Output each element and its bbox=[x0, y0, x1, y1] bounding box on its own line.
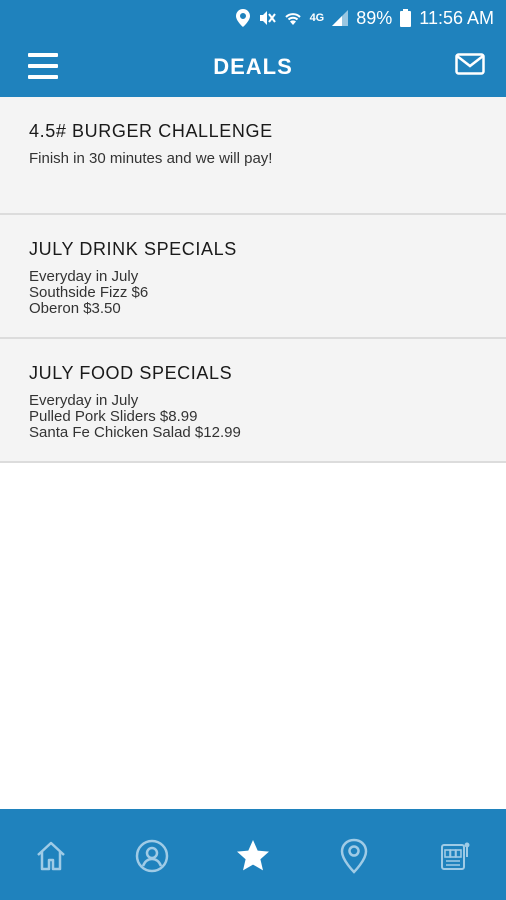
hamburger-menu-icon[interactable] bbox=[28, 46, 58, 86]
deal-title: 4.5# BURGER CHALLENGE bbox=[29, 121, 273, 141]
mail-icon[interactable] bbox=[454, 48, 486, 80]
wifi-icon bbox=[284, 10, 302, 26]
deal-description: Finish in 30 minutes and we will pay! bbox=[29, 150, 273, 167]
deals-list: 4.5# BURGER CHALLENGE Finish in 30 minut… bbox=[0, 97, 506, 463]
deal-title: JULY FOOD SPECIALS bbox=[29, 363, 233, 383]
bottom-tab-bar bbox=[0, 809, 506, 900]
page-title: DEALS bbox=[213, 53, 293, 79]
app-header: DEALS bbox=[0, 36, 506, 97]
clock: 11:56 AM bbox=[419, 7, 494, 28]
battery-icon bbox=[400, 9, 412, 27]
profile-icon[interactable] bbox=[127, 831, 177, 881]
deal-card[interactable]: 4.5# BURGER CHALLENGE Finish in 30 minut… bbox=[0, 97, 506, 215]
status-bar: 4G 89% 11:56 AM bbox=[0, 0, 506, 36]
network-type: 4G bbox=[309, 12, 325, 24]
deal-description: Everyday in July Pulled Pork Sliders $8.… bbox=[29, 392, 241, 441]
location-icon bbox=[235, 9, 250, 27]
location-pin-icon[interactable] bbox=[329, 831, 379, 881]
star-icon[interactable] bbox=[228, 831, 278, 881]
deal-card[interactable]: JULY FOOD SPECIALS Everyday in July Pull… bbox=[0, 339, 506, 463]
mute-icon bbox=[258, 9, 276, 27]
slot-machine-icon[interactable] bbox=[430, 831, 480, 881]
home-icon[interactable] bbox=[26, 831, 76, 881]
battery-percent: 89% bbox=[356, 7, 393, 28]
deal-description: Everyday in July Southside Fizz $6 Obero… bbox=[29, 268, 149, 317]
signal-icon bbox=[332, 10, 349, 26]
deal-title: JULY DRINK SPECIALS bbox=[29, 239, 237, 259]
deal-card[interactable]: JULY DRINK SPECIALS Everyday in July Sou… bbox=[0, 215, 506, 339]
